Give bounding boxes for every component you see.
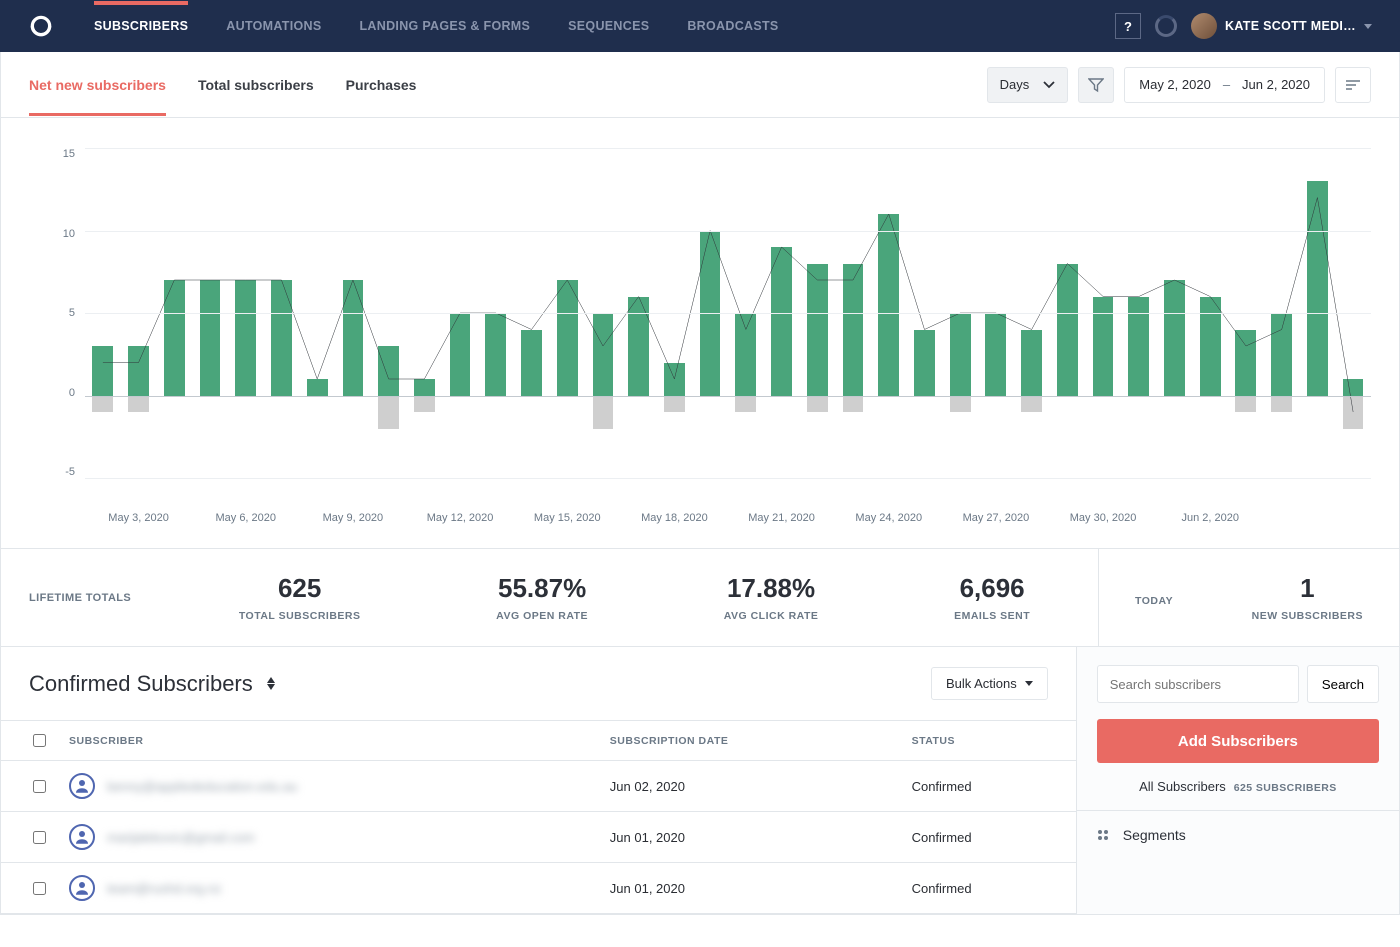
nav-landing-pages-forms[interactable]: LANDING PAGES & FORMS	[360, 19, 531, 33]
account-menu[interactable]: KATE SCOTT MEDI…	[1191, 13, 1372, 39]
today-value: 1	[1252, 573, 1363, 604]
tab-purchases[interactable]: Purchases	[346, 55, 417, 115]
totals-label: LIFETIME TOTALS	[1, 549, 171, 646]
chevron-down-icon	[1043, 81, 1055, 89]
col-status: STATUS	[902, 721, 1076, 761]
table-row[interactable]: team@rushd.org.nzJun 01, 2020Confirmed	[1, 863, 1076, 914]
sub-nav: Net new subscribers Total subscribers Purc…	[1, 52, 1399, 118]
search-button[interactable]: Search	[1307, 665, 1379, 703]
nav-broadcasts[interactable]: BROADCASTS	[687, 19, 778, 33]
help-button[interactable]: ?	[1115, 13, 1141, 39]
metric-emails-sent: 6,696EMAILS SENT	[954, 573, 1030, 622]
select-all-checkbox[interactable]	[33, 734, 46, 747]
segments-link[interactable]: Segments	[1097, 827, 1379, 843]
metric-total-subscribers: 625TOTAL SUBSCRIBERS	[239, 573, 361, 622]
search-input[interactable]	[1097, 665, 1299, 703]
table-row[interactable]: benny@appliededucation.edu.auJun 02, 202…	[1, 761, 1076, 812]
account-label: KATE SCOTT MEDI…	[1225, 19, 1356, 33]
caret-down-icon	[1025, 681, 1033, 686]
nav-automations[interactable]: AUTOMATIONS	[226, 19, 321, 33]
col-subscriber: SUBSCRIBER	[59, 721, 600, 761]
add-subscribers-button[interactable]: Add Subscribers	[1097, 719, 1379, 763]
bulk-actions-button[interactable]: Bulk Actions	[931, 667, 1048, 700]
metric-avg-open-rate: 55.87%AVG OPEN RATE	[496, 573, 588, 622]
today-sublabel: NEW SUBSCRIBERS	[1252, 610, 1363, 622]
nav-sequences[interactable]: SEQUENCES	[568, 19, 649, 33]
tab-total-subscribers[interactable]: Total subscribers	[198, 55, 314, 115]
nav-subscribers[interactable]: SUBSCRIBERS	[94, 19, 188, 33]
user-icon	[69, 875, 95, 901]
row-checkbox[interactable]	[33, 882, 46, 895]
row-checkbox[interactable]	[33, 831, 46, 844]
filter-button[interactable]	[1078, 67, 1114, 103]
user-icon	[69, 773, 95, 799]
date-range[interactable]: May 2, 2020 – Jun 2, 2020	[1124, 67, 1325, 103]
chart: 151050-5 May 3, 2020May 6, 2020May 9, 20…	[1, 118, 1399, 549]
sync-icon	[1155, 15, 1177, 37]
all-subscribers-link[interactable]: All Subscribers 625 SUBSCRIBERS	[1097, 779, 1379, 794]
tab-net-new-subscribers[interactable]: Net new subscribers	[29, 55, 166, 115]
sort-icon	[1345, 79, 1361, 91]
side-panel: Search Add Subscribers All Subscribers 6…	[1077, 647, 1399, 914]
metric-avg-click-rate: 17.88%AVG CLICK RATE	[724, 573, 819, 622]
sort-button[interactable]	[1335, 67, 1371, 103]
segments-icon	[1097, 829, 1113, 841]
period-select[interactable]: Days	[987, 67, 1069, 103]
sort-arrows-icon	[267, 677, 275, 690]
avatar	[1191, 13, 1217, 39]
list-title-dropdown[interactable]: Confirmed Subscribers	[29, 671, 275, 697]
subscriber-list: Confirmed Subscribers Bulk Actions SUBSC…	[1, 647, 1077, 914]
logo-icon	[28, 13, 54, 39]
today-label: TODAY	[1135, 595, 1173, 607]
row-checkbox[interactable]	[33, 780, 46, 793]
table-row[interactable]: marijalekovic@gmail.comJun 01, 2020Confi…	[1, 812, 1076, 863]
filter-icon	[1088, 77, 1104, 93]
caret-down-icon	[1364, 24, 1372, 29]
totals-row: LIFETIME TOTALS 625TOTAL SUBSCRIBERS 55.8…	[1, 549, 1399, 647]
user-icon	[69, 824, 95, 850]
col-date: SUBSCRIPTION DATE	[600, 721, 902, 761]
top-nav: SUBSCRIBERS AUTOMATIONS LANDING PAGES & FO…	[0, 0, 1400, 52]
